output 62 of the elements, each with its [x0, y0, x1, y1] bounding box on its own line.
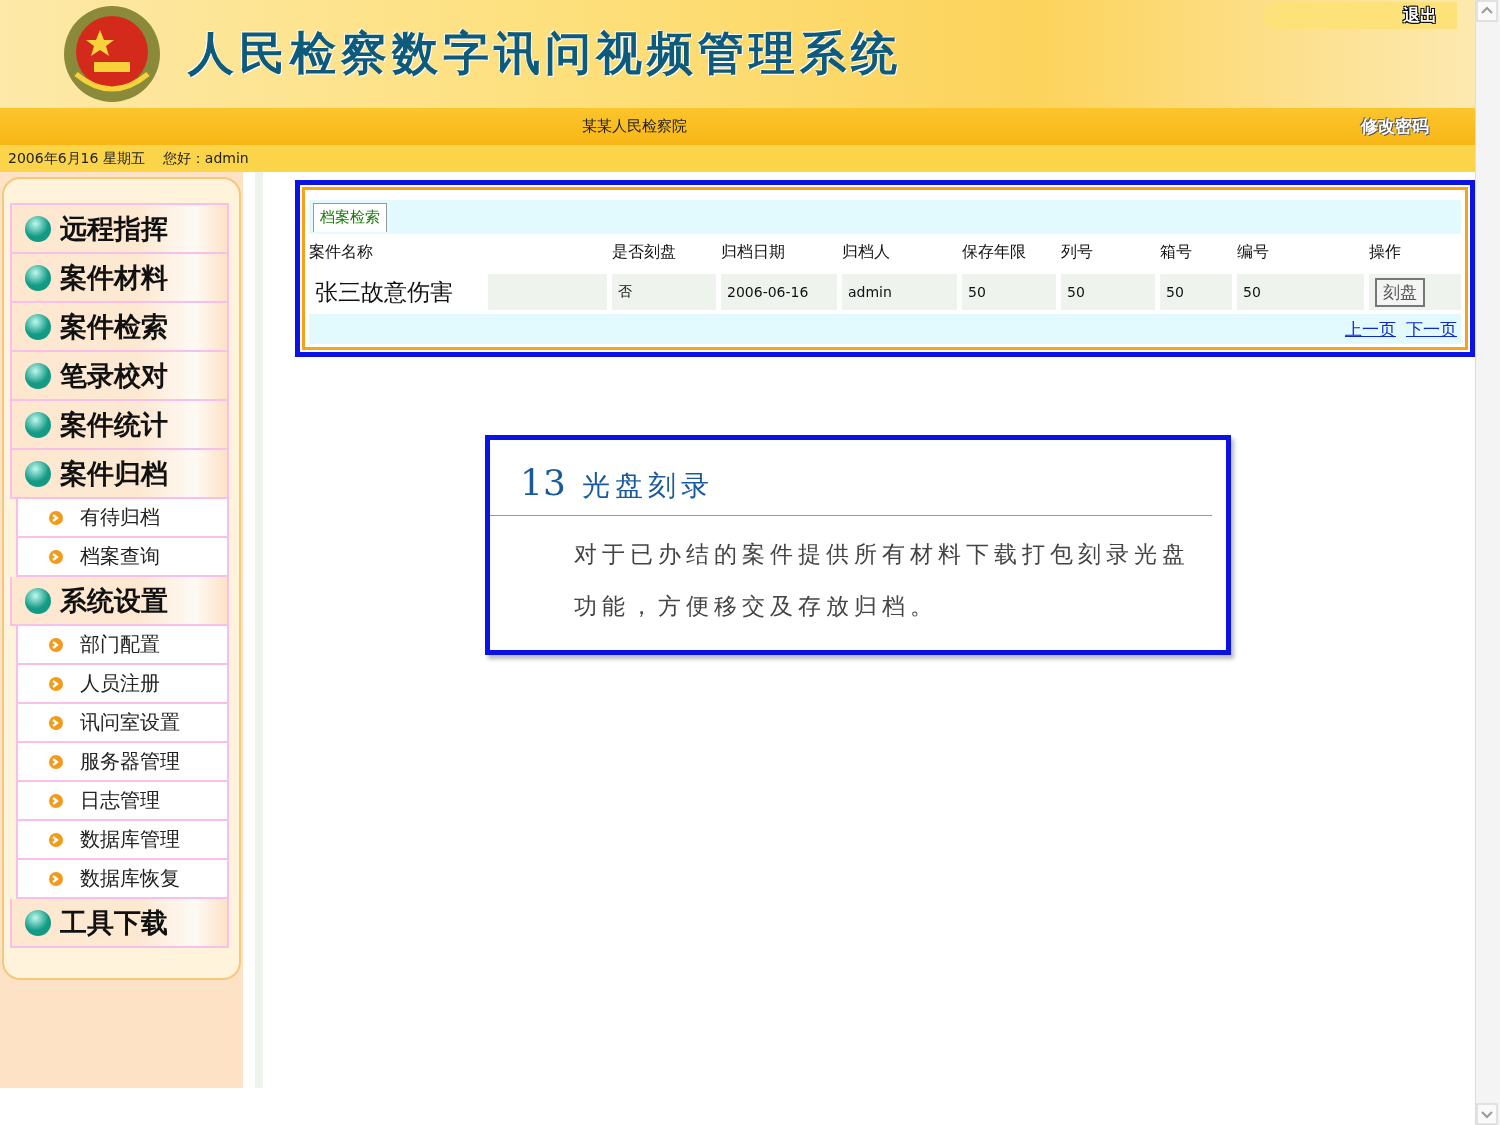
- sidebar-item[interactable]: 工具下载: [10, 899, 229, 948]
- callout-number: 13: [520, 462, 566, 503]
- sidebar-item[interactable]: 案件归档: [10, 450, 229, 499]
- column-header: 编号: [1237, 240, 1270, 263]
- column-header: 保存年限: [962, 240, 1027, 263]
- arrow-bullet-icon: [48, 548, 64, 565]
- system-title: 人民检察数字讯问视频管理系统: [188, 25, 902, 82]
- table-cell: 否: [612, 274, 716, 310]
- arrow-bullet-icon: [48, 636, 64, 653]
- emblem-icon: [62, 4, 162, 104]
- table-cell: 50: [1237, 274, 1364, 310]
- column-header: 案件名称: [309, 240, 374, 263]
- submenu-item[interactable]: 有待归档: [16, 499, 229, 538]
- arrow-bullet-icon: [48, 831, 64, 848]
- greeting-text: 您好：admin: [162, 149, 249, 168]
- submenu-item[interactable]: 部门配置: [16, 626, 229, 665]
- table-cell: 2006-06-16: [721, 274, 837, 310]
- submenu-item[interactable]: 日志管理: [16, 782, 229, 821]
- ball-icon: [24, 908, 52, 937]
- submenu-item[interactable]: 数据库恢复: [16, 860, 229, 899]
- arrow-bullet-icon: [48, 753, 64, 770]
- pager-link[interactable]: 下一页: [1406, 317, 1457, 341]
- submenu-item[interactable]: 档案查询: [16, 538, 229, 577]
- ball-icon: [24, 312, 52, 341]
- column-header: 列号: [1061, 240, 1094, 263]
- submenu-item[interactable]: 服务器管理: [16, 743, 229, 782]
- table-cell: 50: [1160, 274, 1232, 310]
- arrow-bullet-icon: [48, 870, 64, 887]
- column-header: 操作: [1369, 240, 1402, 263]
- column-header: 箱号: [1160, 240, 1193, 263]
- arrow-bullet-icon: [48, 675, 64, 692]
- pager-link[interactable]: 上一页: [1345, 317, 1396, 341]
- ball-icon: [24, 410, 52, 439]
- ball-icon: [24, 459, 52, 488]
- sidebar-item[interactable]: 案件统计: [10, 401, 229, 450]
- arrow-bullet-icon: [48, 792, 64, 809]
- organization-name: 某某人民检察院: [582, 117, 687, 136]
- sidebar-item[interactable]: 案件材料: [10, 254, 229, 303]
- column-header: 归档日期: [721, 240, 786, 263]
- table-cell: admin: [842, 274, 957, 310]
- column-header: 归档人: [842, 240, 891, 263]
- sidebar-item[interactable]: 案件检索: [10, 303, 229, 352]
- ball-icon: [24, 214, 52, 243]
- ball-icon: [24, 586, 52, 615]
- arrow-bullet-icon: [48, 509, 64, 526]
- date-text: 2006年6月16 星期五: [8, 149, 145, 168]
- sidebar-item[interactable]: 远程指挥: [10, 203, 229, 254]
- sidebar-item[interactable]: 系统设置: [10, 577, 229, 626]
- table-cell: 50: [1061, 274, 1155, 310]
- column-header: 是否刻盘: [612, 240, 677, 263]
- callout-title: 光盘刻录: [581, 468, 714, 504]
- burn-disc-button[interactable]: 刻盘: [1375, 277, 1425, 307]
- sidebar-item[interactable]: 笔录校对: [10, 352, 229, 401]
- arrow-bullet-icon: [48, 714, 64, 731]
- callout-text: 对于已办结的案件提供所有材料下载打包刻录光盘功能，方便移交及存放归档。: [573, 540, 1191, 621]
- submenu-item[interactable]: 人员注册: [16, 665, 229, 704]
- table-cell: 50: [962, 274, 1056, 310]
- submenu-item[interactable]: 讯问室设置: [16, 704, 229, 743]
- submenu-item[interactable]: 数据库管理: [16, 821, 229, 860]
- ball-icon: [24, 263, 52, 292]
- tab[interactable]: 档案检索: [313, 203, 387, 232]
- ball-icon: [24, 361, 52, 390]
